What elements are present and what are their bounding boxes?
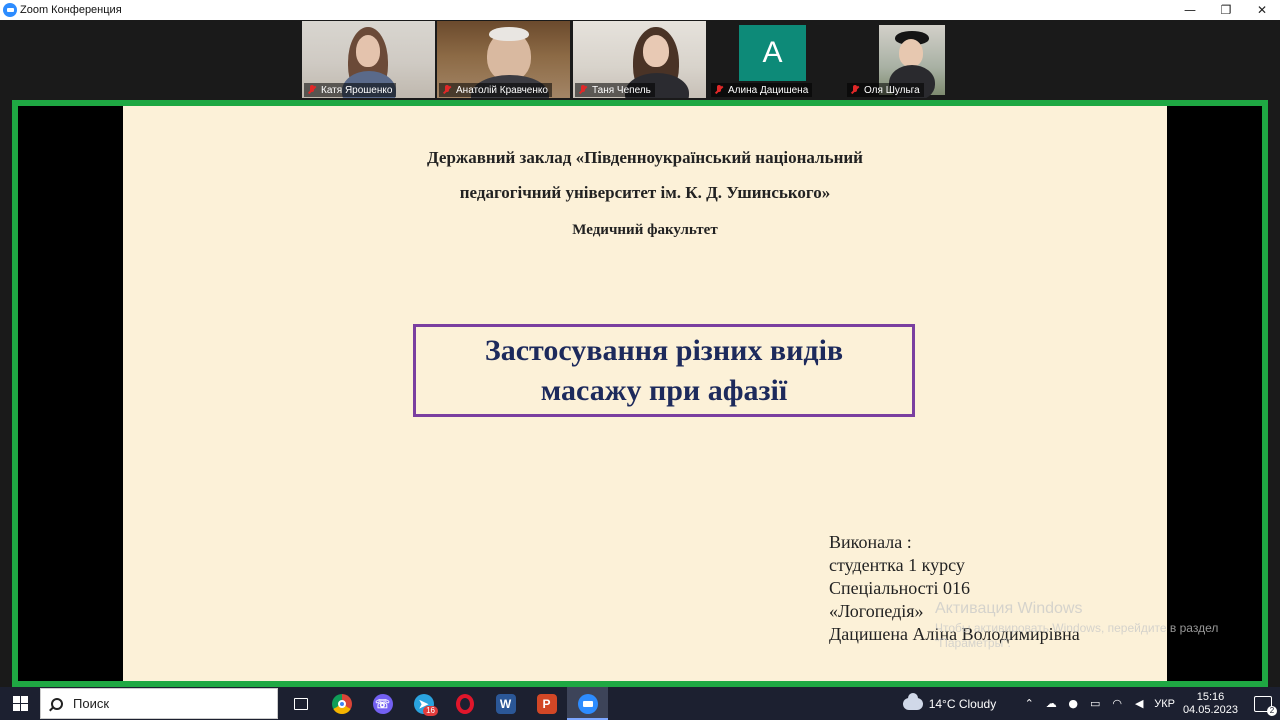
weather-widget[interactable]: 14°C Cloudy xyxy=(902,692,997,711)
powerpoint-icon: P xyxy=(536,693,557,714)
topic-box: Застосування різних видів масажу при афа… xyxy=(413,324,915,417)
participant-tile[interactable]: A Алина Дацишена xyxy=(709,21,842,98)
slide-topic-title: Застосування різних видів масажу при афа… xyxy=(484,333,844,407)
windows-activation-watermark: Активация Windows Чтобы активировать Win… xyxy=(935,600,1235,651)
institution-line-1: Державний заклад «Південноукраїнський на… xyxy=(427,148,863,167)
clock-date: 04.05.2023 xyxy=(1182,703,1238,716)
viber-icon: ☏ xyxy=(372,693,393,714)
start-button[interactable] xyxy=(0,687,40,720)
search-label: Поиск xyxy=(73,696,110,711)
zoom-icon xyxy=(577,693,598,714)
opera-icon xyxy=(455,693,474,714)
watermark-title: Активация Windows xyxy=(935,600,1083,617)
taskbar-app-viber[interactable]: ☏ xyxy=(362,687,403,720)
window-title: Zoom Конференция xyxy=(20,4,122,16)
presentation-slide: Державний заклад «Південноукраїнський на… xyxy=(123,106,1167,681)
author-line: Виконала : xyxy=(829,532,912,552)
maximize-button[interactable]: ❐ xyxy=(1208,0,1244,20)
notification-center-button[interactable]: 2 xyxy=(1254,695,1277,716)
zoom-app-icon xyxy=(3,3,17,17)
participant-name-bar: Анатолій Кравченко xyxy=(439,83,552,97)
clock-time: 15:16 xyxy=(1196,690,1225,703)
participant-gallery: Катя Ярошенко Анатолій Кравченко Таня Че… xyxy=(0,20,1280,100)
participant-name-bar: Оля Шульга xyxy=(847,83,924,97)
window-controls: — ❐ ✕ xyxy=(1172,0,1280,20)
institution-line-2: педагогічний університет ім. К. Д. Ушинс… xyxy=(459,183,831,202)
participant-tile[interactable]: Оля Шульга xyxy=(845,21,978,98)
participant-name-bar: Алина Дацишена xyxy=(711,83,813,97)
task-view-icon xyxy=(293,697,308,710)
taskbar-search[interactable]: Поиск xyxy=(40,688,278,719)
participant-name-bar: Катя Ярошенко xyxy=(304,83,397,97)
participant-tile[interactable]: Катя Ярошенко xyxy=(302,21,435,98)
cloud-icon xyxy=(902,692,923,710)
taskbar-app-telegram[interactable]: ➤ 16 xyxy=(403,687,444,720)
windows-taskbar: Поиск ☏ ➤ 16 W P 14°C Cloudy ⌃ ☁ ● ▭ ◠ ◀… xyxy=(0,687,1280,720)
chevron-up-icon[interactable]: ⌃ xyxy=(1022,697,1036,711)
participant-name: Катя Ярошенко xyxy=(321,84,393,96)
taskbar-app-zoom[interactable] xyxy=(567,687,608,720)
window-titlebar: Zoom Конференция — ❐ ✕ xyxy=(0,0,1280,20)
language-indicator[interactable]: УКР xyxy=(1154,698,1175,710)
cloud-sync-icon[interactable]: ☁ xyxy=(1044,697,1058,711)
volume-icon[interactable]: ◀ xyxy=(1132,697,1146,711)
task-view-button[interactable] xyxy=(280,687,321,720)
watermark-subtitle: Чтобы активировать Windows, перейдите в … xyxy=(935,621,1219,650)
notification-count: 2 xyxy=(1267,705,1277,716)
participant-name: Анатолій Кравченко xyxy=(456,84,548,96)
taskbar-app-chrome[interactable] xyxy=(321,687,362,720)
weather-temp: 14°C xyxy=(928,696,956,711)
muted-mic-icon xyxy=(441,84,453,96)
minimize-button[interactable]: — xyxy=(1172,0,1208,20)
telegram-badge: 16 xyxy=(423,706,438,716)
clock[interactable]: 15:16 04.05.2023 xyxy=(1183,691,1238,717)
weather-condition: Cloudy xyxy=(958,696,997,711)
participant-avatar: A xyxy=(739,25,806,81)
word-icon: W xyxy=(495,693,516,714)
microphone-icon[interactable]: ● xyxy=(1066,697,1080,711)
system-tray: 14°C Cloudy ⌃ ☁ ● ▭ ◠ ◀ УКР 15:16 04.05.… xyxy=(902,687,1280,720)
faculty-label: Медичний факультет xyxy=(572,222,718,238)
chrome-icon xyxy=(331,693,352,714)
participant-tile-active-speaker[interactable]: Анатолій Кравченко xyxy=(437,21,570,98)
participant-name: Алина Дацишена xyxy=(728,84,809,96)
muted-mic-icon xyxy=(713,84,725,96)
author-line: студентка 1 курсу xyxy=(829,555,965,575)
muted-mic-icon xyxy=(577,84,589,96)
screen-share-frame: Державний заклад «Південноукраїнський на… xyxy=(12,100,1268,687)
taskbar-app-opera[interactable] xyxy=(444,687,485,720)
participant-name: Таня Чепель xyxy=(592,84,651,96)
participant-name: Оля Шульга xyxy=(864,84,920,96)
muted-mic-icon xyxy=(849,84,861,96)
windows-logo-icon xyxy=(12,696,28,711)
taskbar-app-word[interactable]: W xyxy=(485,687,526,720)
muted-mic-icon xyxy=(306,84,318,96)
battery-icon[interactable]: ▭ xyxy=(1088,697,1102,711)
close-button[interactable]: ✕ xyxy=(1244,0,1280,20)
participant-tile[interactable]: Таня Чепель xyxy=(573,21,706,98)
participant-name-bar: Таня Чепель xyxy=(575,83,655,97)
taskbar-app-powerpoint[interactable]: P xyxy=(526,687,567,720)
wifi-icon[interactable]: ◠ xyxy=(1110,697,1124,711)
author-line: Спеціальності 016 xyxy=(829,578,971,598)
search-icon xyxy=(51,697,63,710)
